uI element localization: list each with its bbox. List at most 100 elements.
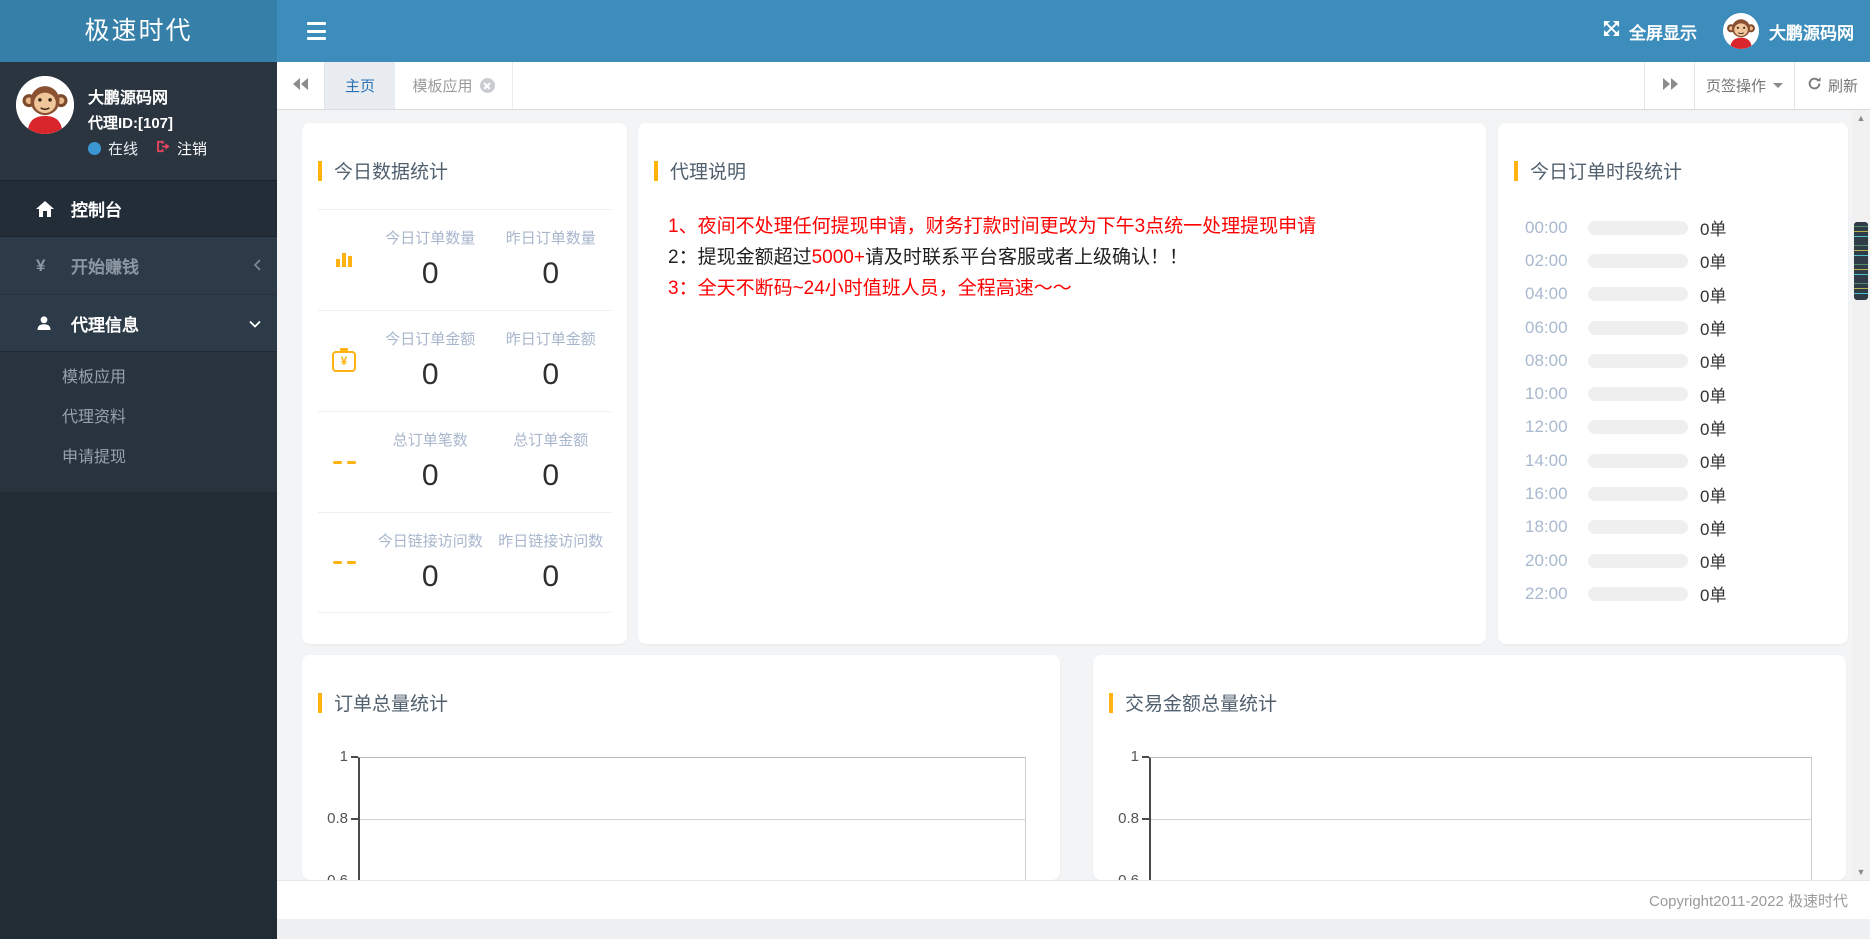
stat-value: 0 (542, 358, 560, 391)
notice-card: 代理说明 1、夜间不处理任何提现申请，财务打款时间更改为下午3点统一处理提现申请… (638, 123, 1486, 644)
sidebar-item-earn[interactable]: ¥ 开始赚钱 (0, 237, 277, 294)
hourly-title: 今日订单时段统计 (1530, 162, 1683, 183)
progress-pill (1588, 320, 1688, 335)
chart-plot-area (358, 757, 1026, 880)
tab-ops-label: 页签操作 (1705, 78, 1766, 95)
hour-row: 14:00 0单 (1525, 450, 1727, 473)
orders-chart-card: 订单总量统计 1 0.8 0.6 (302, 655, 1060, 880)
stats-rows: 今日订单数量 0 昨日订单数量 0 ¥ 今日订单金额 0 昨日订单金额 0 总订单笔数 0… (318, 209, 611, 613)
sidebar-user-name: 大鹏源码网 (88, 90, 169, 107)
submenu-item-withdraw[interactable]: 申请提现 (0, 438, 277, 478)
bar-chart-icon (318, 210, 370, 310)
sidebar-item-agent-info[interactable]: 代理信息 (0, 294, 277, 351)
hour-row: 06:00 0单 (1525, 317, 1727, 340)
chart-plot-area (1149, 757, 1812, 880)
caret-down-icon (1773, 83, 1783, 88)
double-right-arrow-icon (1662, 77, 1678, 95)
page-footer: Copyright2011-2022 极速时代 (277, 880, 1870, 919)
scroll-up-icon[interactable]: ▲ (1852, 110, 1870, 126)
money-icon: ¥ (318, 311, 370, 411)
tab-template-app[interactable]: 模板应用 (395, 62, 513, 109)
tab-label: 模板应用 (412, 78, 473, 95)
stat-row: ¥ 今日订单金额 0 昨日订单金额 0 (318, 310, 611, 411)
top-navbar: 全屏显示 大鹏源码网 (277, 0, 1870, 62)
y-tick-label: 0.8 (327, 810, 348, 827)
progress-pill (1588, 586, 1688, 601)
stat-label: 昨日链接访问数 (498, 533, 604, 550)
card-title: 今日数据统计 (318, 157, 448, 184)
logout-button[interactable]: 注销 (157, 138, 207, 159)
notice-highlight: 5000+ (811, 247, 865, 268)
sidebar-toggle-button[interactable] (307, 22, 329, 40)
user-icon (36, 315, 62, 331)
progress-pill (1588, 453, 1688, 468)
scrollbar-track[interactable]: ▲ ▼ (1852, 110, 1870, 880)
gridline (1151, 819, 1811, 820)
tab-scroll-left-button[interactable] (277, 62, 325, 109)
submenu-item-template-app[interactable]: 模板应用 (0, 358, 277, 398)
sidebar-submenu: 模板应用 代理资料 申请提现 (0, 351, 277, 492)
y-tick-label: 1 (339, 748, 348, 765)
tab-scroll-right-button[interactable] (1644, 62, 1694, 109)
refresh-label: 刷新 (1827, 78, 1858, 95)
fullscreen-icon (1603, 20, 1620, 42)
notice-line-3: 3：全天不断码~24小时值班人员，全程高速～～ (668, 278, 1072, 299)
progress-pill (1588, 387, 1688, 402)
stats-title: 今日数据统计 (334, 162, 449, 183)
tab-bar: 主页 模板应用 页签操作 刷新 (277, 62, 1870, 110)
tab-home[interactable]: 主页 (325, 62, 395, 109)
tab-ops-button[interactable]: 页签操作 (1694, 62, 1794, 109)
y-tick-mark (1142, 756, 1149, 758)
user-avatar (1723, 13, 1759, 49)
chevron-left-icon (253, 256, 261, 276)
progress-pill (1588, 420, 1688, 435)
y-tick-label: 0.8 (1118, 810, 1139, 827)
tabbar-spacer (513, 62, 1644, 109)
card-title: 今日订单时段统计 (1514, 157, 1682, 184)
card-title: 代理说明 (654, 157, 746, 184)
progress-pill (1588, 553, 1688, 568)
stat-label: 今日订单金额 (385, 331, 476, 348)
user-menu[interactable]: 大鹏源码网 (1723, 13, 1854, 49)
submenu-item-agent-profile[interactable]: 代理资料 (0, 398, 277, 438)
card-title: 交易金额总量统计 (1109, 689, 1277, 716)
bottom-strip (277, 919, 1870, 939)
stat-label: 昨日订单金额 (505, 331, 596, 348)
y-tick-mark (1142, 818, 1149, 820)
stat-value: 0 (421, 459, 439, 492)
yen-icon: ¥ (36, 255, 46, 275)
stat-value: 0 (542, 257, 560, 290)
title-accent-bar (654, 160, 658, 181)
sidebar-item-console[interactable]: 控制台 (0, 180, 277, 237)
sidebar-item-label: 代理信息 (71, 315, 139, 335)
sidebar-item-label: 控制台 (71, 201, 122, 220)
progress-pill (1588, 487, 1688, 502)
sidebar-avatar (16, 76, 74, 134)
copyright-text: Copyright2011-2022 极速时代 (1649, 892, 1848, 910)
scrollbar-thumb[interactable] (1854, 222, 1868, 300)
stat-label: 总订单笔数 (392, 432, 468, 449)
orders-chart-title: 订单总量统计 (334, 694, 449, 715)
y-tick-mark (351, 818, 358, 820)
fullscreen-button[interactable]: 全屏显示 (1603, 19, 1697, 44)
card-title: 订单总量统计 (318, 689, 448, 716)
y-tick-label: 0.6 (308, 873, 348, 881)
tab-close-icon[interactable] (479, 78, 495, 93)
app-window: 极速时代 全屏显示 大鹏源码网 大鹏源码网 代理ID:[107] 在线 注销 控… (0, 0, 1870, 939)
hour-row: 16:00 0单 (1525, 484, 1727, 506)
progress-pill (1588, 253, 1688, 268)
y-tick-mark (351, 756, 358, 758)
dash-icon (318, 513, 370, 612)
title-accent-bar (318, 692, 322, 713)
home-icon (36, 200, 62, 217)
stat-label: 今日订单数量 (385, 230, 476, 247)
progress-pill (1588, 520, 1688, 535)
sidebar: 大鹏源码网 代理ID:[107] 在线 注销 控制台 ¥ 开始赚钱 代理信息 模… (0, 62, 277, 939)
sidebar-user-status: 在线 注销 (88, 138, 207, 159)
scroll-down-icon[interactable]: ▼ (1852, 864, 1870, 880)
stat-value: 0 (542, 459, 560, 492)
stat-value: 0 (542, 560, 560, 593)
refresh-button[interactable]: 刷新 (1794, 62, 1870, 109)
sidebar-agent-id: 代理ID:[107] (88, 115, 174, 132)
notice-line-2: 2：提现金额超过5000+请及时联系平台客服或者上级确认！！ (668, 247, 1188, 268)
